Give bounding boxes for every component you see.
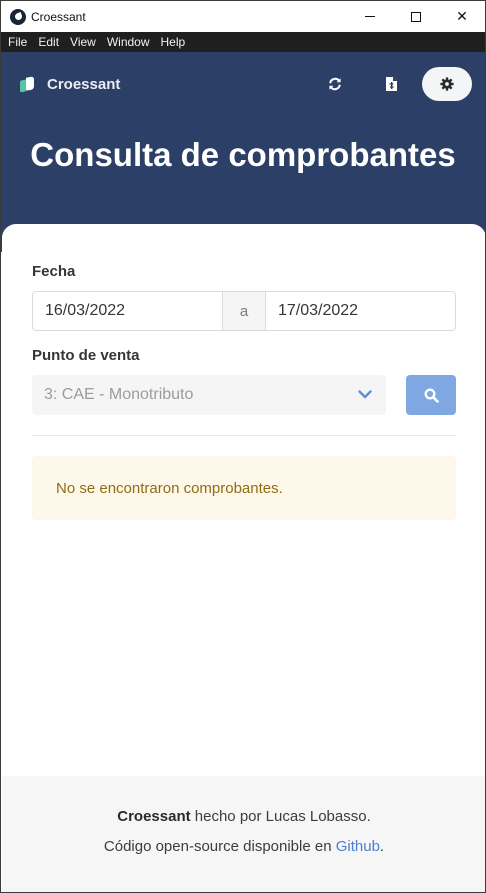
refresh-icon [329,77,341,91]
search-card: Fecha 16/03/2022 a 17/03/2022 Punto de v… [2,224,485,776]
app-icon [10,8,26,25]
brand-name: Croessant [47,76,121,93]
menu-window[interactable]: Window [107,35,150,49]
page-title: Consulta de comprobantes [30,136,456,173]
close-button[interactable]: ✕ [439,1,485,32]
date-range: 16/03/2022 a 17/03/2022 [32,291,456,331]
settings-button[interactable] [422,67,472,101]
date-to-input[interactable]: 17/03/2022 [265,291,456,331]
app-window: Croessant ✕ File Edit View Window Help C… [0,0,486,893]
point-of-sale-select[interactable]: 3: CAE - Monotributo [32,375,386,415]
brand[interactable]: Croessant [19,76,120,93]
refresh-button[interactable] [310,67,360,101]
maximize-button[interactable] [393,1,439,32]
footer: Croessant hecho por Lucas Lobasso. Códig… [2,776,485,892]
menu-bar: File Edit View Window Help [1,32,485,52]
empty-results-notice: No se encontraron comprobantes. [32,456,456,520]
search-icon [423,387,439,403]
maximize-icon [411,11,421,22]
divider [32,435,456,436]
menu-help[interactable]: Help [161,35,186,49]
github-link[interactable]: Github [336,838,380,855]
menu-edit[interactable]: Edit [38,35,59,49]
title-bar[interactable]: Croessant ✕ [1,1,485,32]
footer-source-text: Código open-source disponible en [103,838,336,855]
search-button[interactable] [406,375,456,415]
hero-header: Croessant Consulta de comprobantes [1,52,485,252]
file-invoice-icon [385,77,397,91]
date-label: Fecha [32,263,76,280]
point-of-sale-value: 3: CAE - Monotributo [44,386,194,403]
window-title: Croessant [31,9,86,24]
minimize-button[interactable] [347,1,393,32]
invoice-button[interactable] [366,67,416,101]
footer-source: Código open-source disponible en Github. [2,838,485,855]
date-from-input[interactable]: 16/03/2022 [32,291,223,331]
footer-credit: Croessant hecho por Lucas Lobasso. [2,808,485,825]
footer-source-suffix: . [379,838,385,855]
date-range-separator: a [223,291,265,331]
close-icon: ✕ [456,8,468,25]
menu-file[interactable]: File [8,35,27,49]
gear-icon [440,77,454,91]
croissant-logo-icon [19,76,36,93]
header-nav [304,67,472,101]
minimize-icon [365,16,375,17]
point-of-sale-label: Punto de venta [32,347,140,364]
notice-text: No se encontraron comprobantes. [56,479,283,497]
footer-credit-text: hecho por Lucas Lobasso. [190,808,371,825]
window-controls: ✕ [347,1,485,32]
chevron-down-icon [358,390,372,399]
footer-brand: Croessant [117,808,191,825]
menu-view[interactable]: View [70,35,96,49]
